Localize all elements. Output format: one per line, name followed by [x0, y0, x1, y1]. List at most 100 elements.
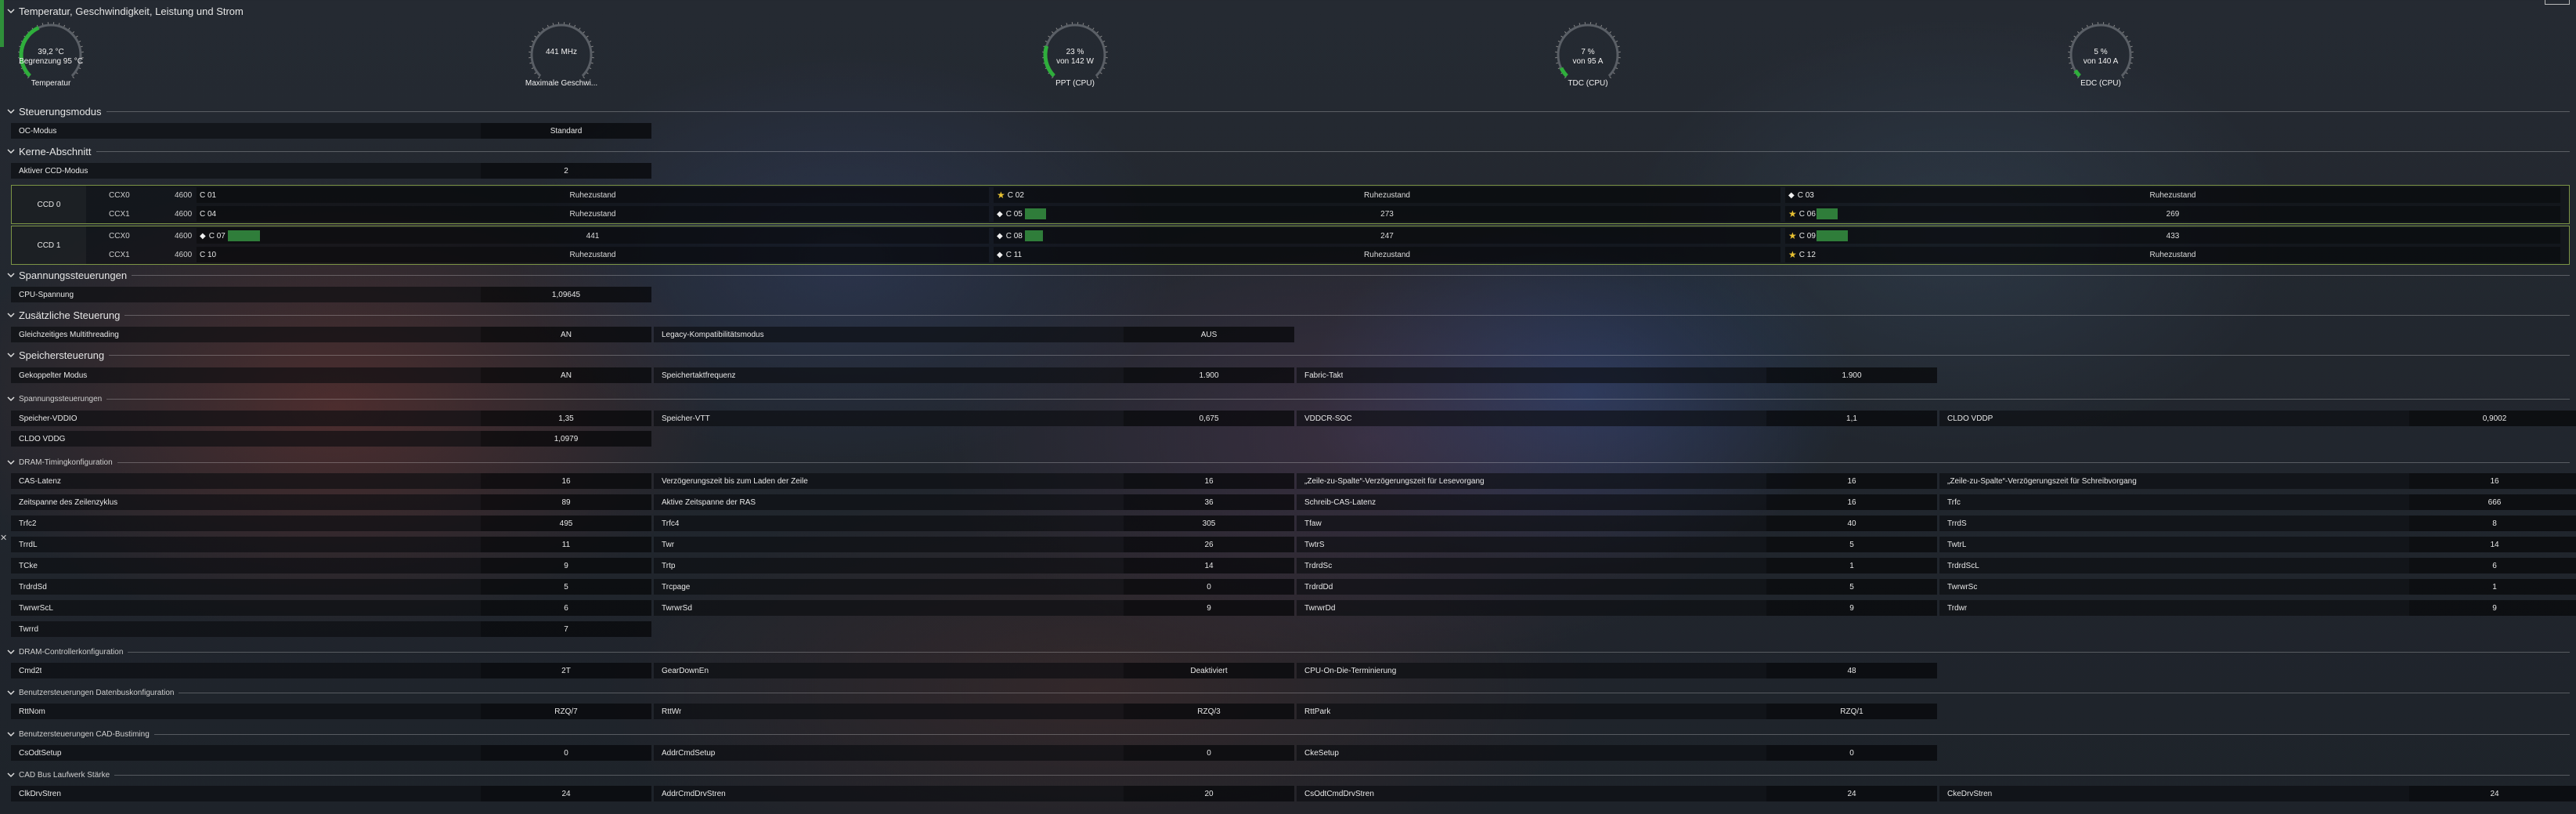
setting-value-field[interactable]: 9 [2409, 600, 2576, 616]
setting-value-field[interactable]: 24 [2409, 786, 2576, 801]
setting-value-field[interactable]: 89 [481, 494, 651, 510]
setting-value-field[interactable]: AUS [1124, 327, 1294, 342]
setting-value-field[interactable]: 11 [481, 537, 651, 552]
setting-value-field[interactable]: RZQ/7 [481, 704, 651, 719]
section-header-dram-timing[interactable]: DRAM-Timingkonfiguration [6, 456, 2570, 469]
setting-value-field[interactable]: 14 [2409, 537, 2576, 552]
section-header-cores[interactable]: Kerne-Abschnitt [6, 145, 2570, 157]
core-cell[interactable]: ★ C 06 269 [1785, 206, 2560, 222]
setting-value-field[interactable]: 1.900 [1766, 367, 1937, 383]
setting-value-field[interactable]: 0 [1124, 579, 1294, 595]
gauge-limit: von 140 A [2083, 57, 2119, 66]
setting-value-field[interactable]: 14 [1124, 558, 1294, 573]
setting-value-field[interactable]: RZQ/3 [1124, 704, 1294, 719]
core-cell[interactable]: ◆ C 11 Ruhezustand [994, 247, 1780, 262]
setting-row-rttpark: RttPark RZQ/1 [1297, 704, 1937, 719]
setting-value-field[interactable]: 40 [1766, 516, 1937, 531]
setting-value-field[interactable]: 2T [481, 663, 651, 678]
setting-value-field[interactable]: 16 [1124, 473, 1294, 489]
setting-value-field[interactable]: 1,0979 [481, 431, 651, 447]
section-header-cad-timing[interactable]: Benutzersteuerungen CAD-Bustiming [6, 728, 2570, 740]
setting-value-field[interactable]: 16 [481, 473, 651, 489]
setting-value-field[interactable]: 495 [481, 516, 651, 531]
setting-value-field[interactable]: 9 [1766, 600, 1937, 616]
setting-label: Speicher-VTT [662, 414, 710, 423]
setting-value-field[interactable]: 666 [2409, 494, 2576, 510]
core-cell[interactable]: ★ C 02 Ruhezustand [994, 187, 1780, 203]
section-header-temperature[interactable]: Temperatur, Geschwindigkeit, Leistung un… [6, 5, 2570, 17]
setting-value-field[interactable]: 6 [2409, 558, 2576, 573]
setting-value-field[interactable]: 305 [1124, 516, 1294, 531]
section-header-voltage[interactable]: Spannungssteuerungen [6, 269, 2570, 281]
setting-row-rttwr: RttWr RZQ/3 [654, 704, 1294, 719]
setting-label: TwrwrScL [19, 603, 53, 613]
setting-row-cas-latenz: CAS-Latenz 16 [11, 473, 651, 489]
collapse-handle-icon[interactable]: ✕ [0, 533, 7, 543]
section-header-cad-strength[interactable]: CAD Bus Laufwerk Stärke [6, 769, 2570, 781]
section-header-mem-voltage[interactable]: Spannungssteuerungen [6, 393, 2570, 405]
setting-value-field[interactable]: Deaktiviert [1124, 663, 1294, 678]
setting-value-field[interactable]: 9 [1124, 600, 1294, 616]
setting-label: Twrrd [19, 624, 38, 634]
setting-value-field[interactable]: 1,09645 [481, 287, 651, 302]
core-cell[interactable]: ◆ C 08 247 [994, 228, 1780, 244]
setting-value-field[interactable]: 5 [1766, 537, 1937, 552]
core-cell[interactable]: ★ C 09 433 [1785, 228, 2560, 244]
setting-label: Twr [662, 540, 675, 549]
section-header-data-bus[interactable]: Benutzersteuerungen Datenbuskonfiguratio… [6, 686, 2570, 699]
section-header-memory[interactable]: Speichersteuerung [6, 349, 2570, 361]
setting-value-dropdown[interactable]: Standard [481, 123, 651, 139]
core-cell[interactable]: C 04 Ruhezustand [197, 206, 989, 222]
setting-label: RttNom [19, 707, 45, 716]
setting-value-field[interactable]: 5 [481, 579, 651, 595]
gauge-value: 5 % [2094, 48, 2108, 56]
setting-label: VDDCR-SOC [1304, 414, 1352, 423]
core-cell[interactable]: C 10 Ruhezustand [197, 247, 989, 262]
section-title: Speichersteuerung [19, 349, 105, 361]
setting-value-field[interactable]: AN [481, 327, 651, 342]
setting-value-field[interactable]: 2 [481, 163, 651, 179]
setting-value-field[interactable]: 1.900 [1124, 367, 1294, 383]
setting-value-field[interactable]: 0 [481, 745, 651, 761]
setting-row-speichertaktfrequenz: Speichertaktfrequenz 1.900 [654, 367, 1294, 383]
setting-value-field[interactable]: 7 [481, 621, 651, 637]
core-cell[interactable]: ★ C 12 Ruhezustand [1785, 247, 2560, 262]
setting-value-field[interactable]: 0,9002 [2409, 411, 2576, 426]
setting-row-clkdrvstren: ClkDrvStren 24 [11, 786, 651, 801]
setting-value-field[interactable]: RZQ/1 [1766, 704, 1937, 719]
section-header-dram-controller[interactable]: DRAM-Controllerkonfiguration [6, 646, 2570, 658]
setting-value-field[interactable]: 26 [1124, 537, 1294, 552]
section-header-additional[interactable]: Zusätzliche Steuerung [6, 309, 2570, 321]
core-cell[interactable]: ◆ C 03 Ruhezustand [1785, 187, 2560, 203]
setting-value-field[interactable]: 1,35 [481, 411, 651, 426]
setting-value-field[interactable]: 6 [481, 600, 651, 616]
setting-value-field[interactable]: 9 [481, 558, 651, 573]
setting-value-field[interactable]: 24 [481, 786, 651, 801]
setting-value-field[interactable]: 20 [1124, 786, 1294, 801]
setting-value-field[interactable]: 5 [1766, 579, 1937, 595]
core-cell[interactable]: ◆ C 07 441 [197, 228, 989, 244]
setting-row-vddcr-soc: VDDCR-SOC 1,1 [1297, 411, 1937, 426]
setting-value-field[interactable]: 16 [1766, 494, 1937, 510]
core-cell[interactable]: C 01 Ruhezustand [197, 187, 989, 203]
gauge-label: PPT (CPU) [1055, 79, 1095, 88]
setting-row-trcpage: Trcpage 0 [654, 579, 1294, 595]
setting-row-gekoppelter-modus: Gekoppelter Modus AN [11, 367, 651, 383]
setting-value-field[interactable]: 1 [1766, 558, 1937, 573]
section-title: Spannungssteuerungen [19, 394, 103, 403]
setting-row-trrds: TrrdS 8 [1939, 516, 2576, 531]
setting-value-field[interactable]: 16 [1766, 473, 1937, 489]
setting-value-field[interactable]: 0,675 [1124, 411, 1294, 426]
setting-value-field[interactable]: 16 [2409, 473, 2576, 489]
core-cell[interactable]: ◆ C 05 273 [994, 206, 1780, 222]
setting-value-field[interactable]: 36 [1124, 494, 1294, 510]
setting-value-field[interactable]: 0 [1766, 745, 1937, 761]
setting-value-field[interactable]: 48 [1766, 663, 1937, 678]
section-header-control-mode[interactable]: Steuerungsmodus [6, 105, 2570, 118]
setting-value-field[interactable]: 1 [2409, 579, 2576, 595]
setting-value-field[interactable]: 24 [1766, 786, 1937, 801]
setting-value-field[interactable]: AN [481, 367, 651, 383]
setting-value-field[interactable]: 8 [2409, 516, 2576, 531]
setting-value-field[interactable]: 1,1 [1766, 411, 1937, 426]
setting-value-field[interactable]: 0 [1124, 745, 1294, 761]
